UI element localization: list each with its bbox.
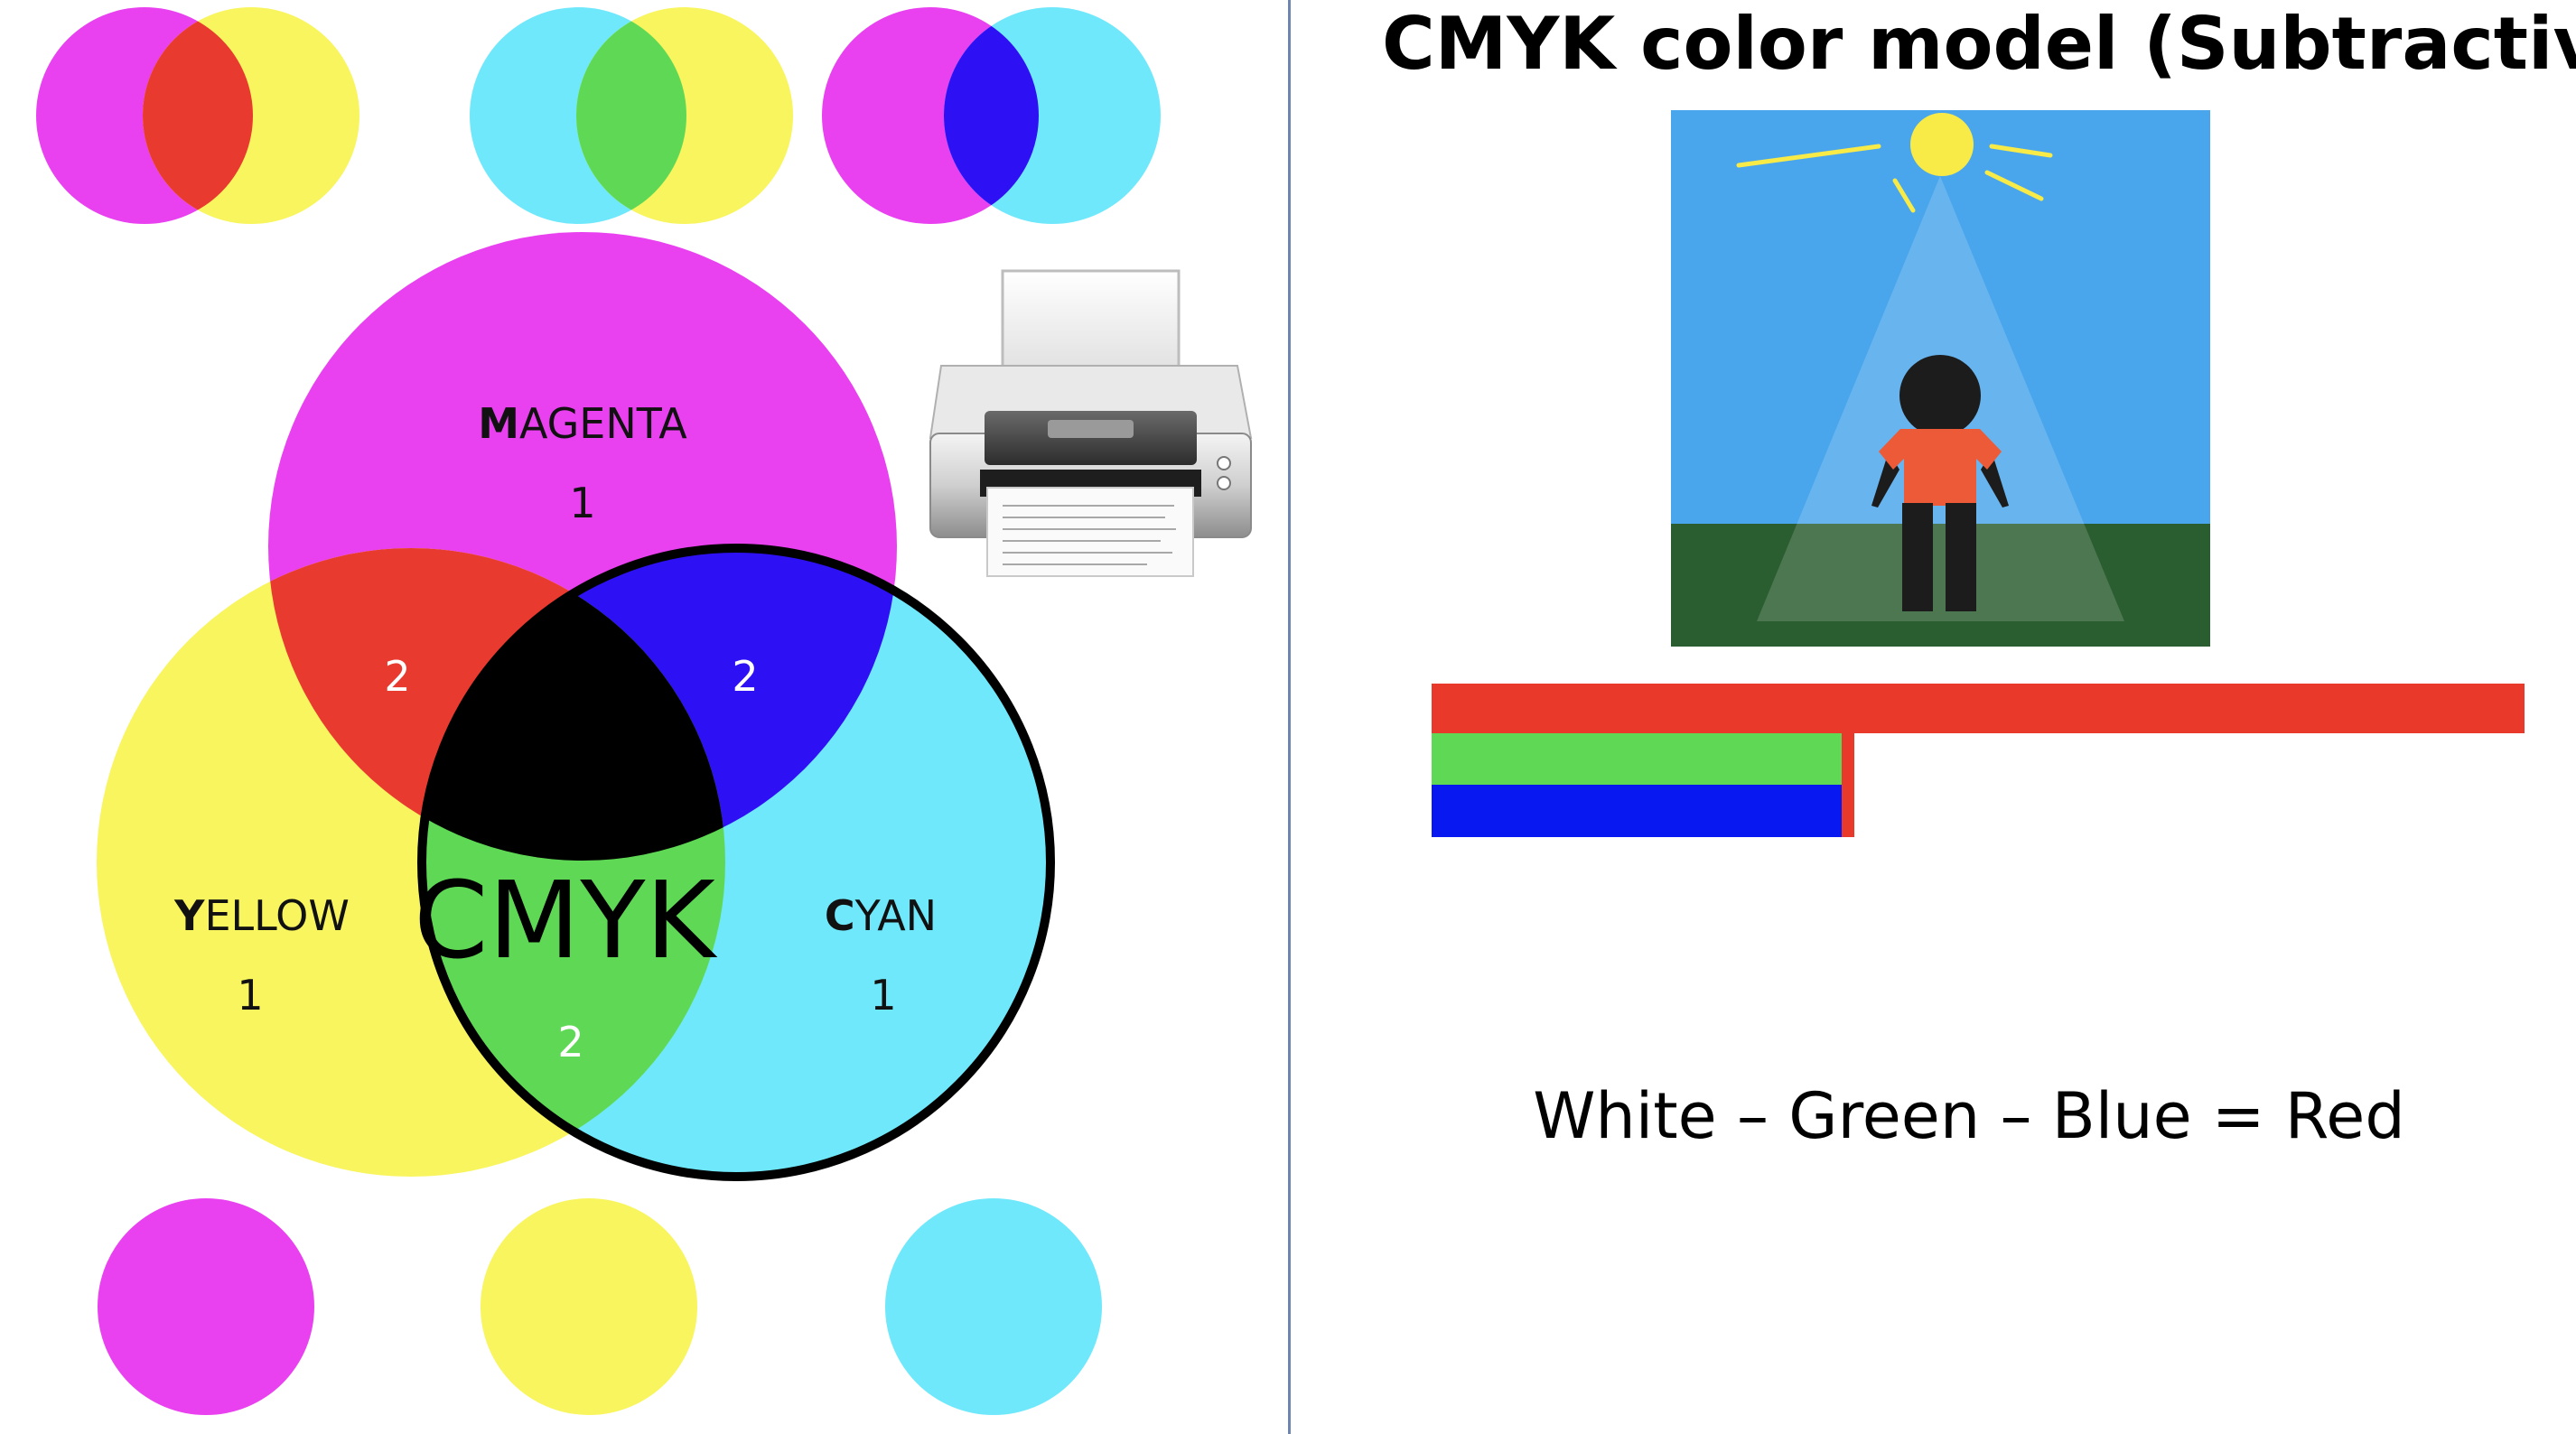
red-overlap-count: 2	[384, 652, 410, 701]
green-pair	[470, 7, 793, 224]
blue-bar	[1432, 785, 1842, 837]
color-equation: White – Green – Blue = Red	[1533, 1079, 2405, 1153]
yellow-count: 1	[237, 971, 263, 1020]
cyan-count: 1	[870, 971, 896, 1020]
light-bars	[1432, 684, 2525, 837]
magenta-swatch	[98, 1198, 314, 1415]
blue-pair	[822, 7, 1161, 224]
printer-icon	[929, 269, 1253, 577]
yellow-label: YELLOW	[173, 891, 350, 940]
red-pair	[36, 7, 359, 224]
page-title: CMYK color model (Subtractive)	[1382, 2, 2576, 86]
magenta-label: MAGENTA	[478, 399, 687, 448]
cmyk-center-label: CMYK	[414, 858, 717, 982]
slide-canvas: MAGENTA 1 YELLOW 1 CYAN 1 2 2 2 CMYK CMY…	[0, 0, 2576, 1434]
red-bar-edge	[1842, 733, 1854, 837]
cyan-label: CYAN	[825, 891, 937, 940]
green-bar	[1432, 733, 1842, 785]
yellow-swatch	[481, 1198, 697, 1415]
cmyk-venn-diagram: MAGENTA 1 YELLOW 1 CYAN 1 2 2 2 CMYK	[97, 232, 1055, 1181]
sun-icon	[1910, 113, 1974, 176]
red-bar	[1432, 684, 2525, 733]
cyan-swatch	[885, 1198, 1102, 1415]
person-in-sunlight-illustration	[1671, 110, 2210, 647]
slide-divider	[1288, 0, 1291, 1434]
green-overlap-count: 2	[557, 1018, 583, 1066]
blue-overlap-count: 2	[732, 652, 758, 701]
magenta-count: 1	[569, 479, 595, 527]
